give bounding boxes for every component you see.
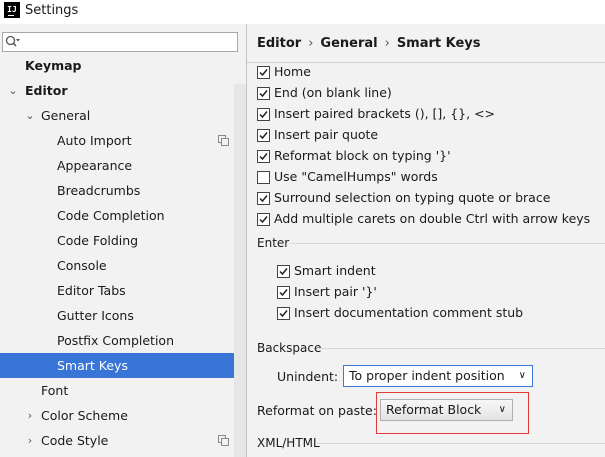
check-icon: [259, 111, 268, 119]
unindent-dropdown[interactable]: To proper indent position ∨: [343, 365, 533, 387]
checkbox-label: Reformat block on typing '}': [274, 148, 451, 163]
chevron-down-icon: ∨: [498, 404, 506, 415]
reformat-on-paste-label: Reformat on paste:: [257, 403, 377, 418]
reformat-on-paste-value: Reformat Block: [386, 402, 482, 417]
intellij-app-icon: IJ: [4, 2, 20, 18]
checkbox-box[interactable]: [257, 87, 270, 100]
checkbox-box[interactable]: [257, 213, 270, 226]
check-icon: [259, 69, 268, 77]
backspace-section-divider: [317, 348, 605, 349]
checkbox-label: End (on blank line): [274, 85, 392, 100]
checkbox-label: Surround selection on typing quote or br…: [274, 190, 551, 205]
tree-item-smart-keys[interactable]: Smart Keys: [0, 353, 234, 378]
checkbox-box[interactable]: [257, 192, 270, 205]
check-icon: [279, 310, 288, 318]
tree-item-label: Code Folding: [57, 233, 139, 248]
checkbox-label: Use "CamelHumps" words: [274, 169, 438, 184]
tree-item-editor[interactable]: ⌄ Editor: [0, 78, 234, 103]
tree-item-keymap[interactable]: Keymap: [0, 53, 234, 78]
tree-item-label: Editor: [25, 83, 68, 98]
tree-item-label: Keymap: [25, 58, 82, 73]
unindent-label: Unindent:: [277, 369, 339, 384]
tree-scrollbar[interactable]: [234, 84, 246, 457]
checkbox-box[interactable]: [277, 307, 290, 320]
breadcrumb-separator: ›: [384, 36, 390, 51]
check-icon: [279, 268, 288, 276]
tree-item-label: Editor Tabs: [57, 283, 126, 298]
enter-section-divider: [291, 243, 605, 244]
project-scope-icon: [218, 435, 229, 446]
tree-item-label: Auto Import: [57, 133, 132, 148]
reformat-on-paste-dropdown[interactable]: Reformat Block ∨: [380, 399, 513, 421]
checkbox-box[interactable]: [257, 129, 270, 142]
chevron-down-icon[interactable]: ⌄: [8, 78, 18, 103]
settings-tree-pane: Keymap ⌄ Editor ⌄ General Auto Import Ap…: [0, 24, 246, 457]
tree-item-gutter-icons[interactable]: Gutter Icons: [0, 303, 234, 328]
tree-item-label: Console: [57, 258, 107, 273]
checkbox-label: Home: [274, 64, 311, 79]
checkbox-box[interactable]: [277, 286, 290, 299]
search-icon[interactable]: [5, 35, 21, 49]
tree-item-label: Smart Keys: [57, 358, 128, 373]
unindent-value: To proper indent position: [349, 368, 505, 383]
chevron-right-icon[interactable]: ›: [25, 428, 35, 453]
search-input[interactable]: [2, 32, 238, 52]
breadcrumb-item: Editor: [257, 36, 302, 51]
chevron-down-icon: ∨: [518, 370, 526, 381]
tree-item-font[interactable]: Font: [0, 378, 234, 403]
tree-item-appearance[interactable]: Appearance: [0, 153, 234, 178]
breadcrumb-separator: ›: [308, 36, 314, 51]
tree-item-label: Font: [41, 383, 69, 398]
tree-item-label: Color Scheme: [41, 408, 128, 423]
tree-item-editor-tabs[interactable]: Editor Tabs: [0, 278, 234, 303]
xml-html-section-label: XML/HTML: [257, 436, 320, 450]
checkbox-box[interactable]: [257, 171, 270, 184]
enter-section-label: Enter: [257, 236, 290, 250]
tree-item-general[interactable]: ⌄ General: [0, 103, 234, 128]
checkbox-box[interactable]: [257, 66, 270, 79]
title-bar: IJ Settings: [0, 0, 605, 24]
check-icon: [259, 132, 268, 140]
checkbox-box[interactable]: [277, 265, 290, 278]
window-title: Settings: [25, 3, 79, 18]
tree-item-auto-import[interactable]: Auto Import: [0, 128, 234, 153]
project-scope-icon: [218, 135, 229, 146]
tree-item-label: Code Style: [41, 433, 109, 448]
tree-item-console[interactable]: Console: [0, 253, 234, 278]
checkbox-label: Smart indent: [294, 263, 376, 278]
xml-html-section-divider: [317, 443, 605, 444]
tree-item-label: General: [41, 108, 91, 123]
backspace-section-label: Backspace: [257, 341, 322, 355]
checkbox-box[interactable]: [257, 150, 270, 163]
breadcrumb: Editor › General › Smart Keys: [257, 36, 481, 51]
checkbox-label: Add multiple carets on double Ctrl with …: [274, 211, 591, 226]
tree-item-label: Postfix Completion: [57, 333, 174, 348]
chevron-down-icon[interactable]: ⌄: [25, 103, 35, 128]
checkbox-label: Insert paired brackets (), [], {}, <>: [274, 106, 496, 121]
tree-item-code-completion[interactable]: Code Completion: [0, 203, 234, 228]
settings-tree: Keymap ⌄ Editor ⌄ General Auto Import Ap…: [0, 24, 246, 457]
check-icon: [279, 289, 288, 297]
tree-item-code-style[interactable]: › Code Style: [0, 428, 234, 453]
tree-item-code-folding[interactable]: Code Folding: [0, 228, 234, 253]
checkbox-label: Insert pair '}': [294, 284, 377, 299]
checkbox-label: Insert documentation comment stub: [294, 305, 524, 320]
tree-item-breadcrumbs[interactable]: Breadcrumbs: [0, 178, 234, 203]
breadcrumb-item: General: [320, 36, 378, 51]
breadcrumb-item: Smart Keys: [396, 36, 481, 51]
tree-item-label: Appearance: [57, 158, 133, 173]
chevron-right-icon[interactable]: ›: [25, 403, 35, 428]
check-icon: [259, 153, 268, 161]
smart-keys-panel: Editor › General › Smart Keys Home End (on b…: [247, 24, 605, 457]
checkbox-label: Insert pair quote: [274, 127, 379, 142]
check-icon: [259, 216, 268, 224]
check-icon: [259, 195, 268, 203]
tree-item-postfix-completion[interactable]: Postfix Completion: [0, 328, 234, 353]
tree-item-label: Breadcrumbs: [57, 183, 141, 198]
tree-item-label: Gutter Icons: [57, 308, 134, 323]
checkbox-box[interactable]: [257, 108, 270, 121]
tree-item-color-scheme[interactable]: › Color Scheme: [0, 403, 234, 428]
tree-item-label: Code Completion: [57, 208, 165, 223]
check-icon: [259, 90, 268, 98]
